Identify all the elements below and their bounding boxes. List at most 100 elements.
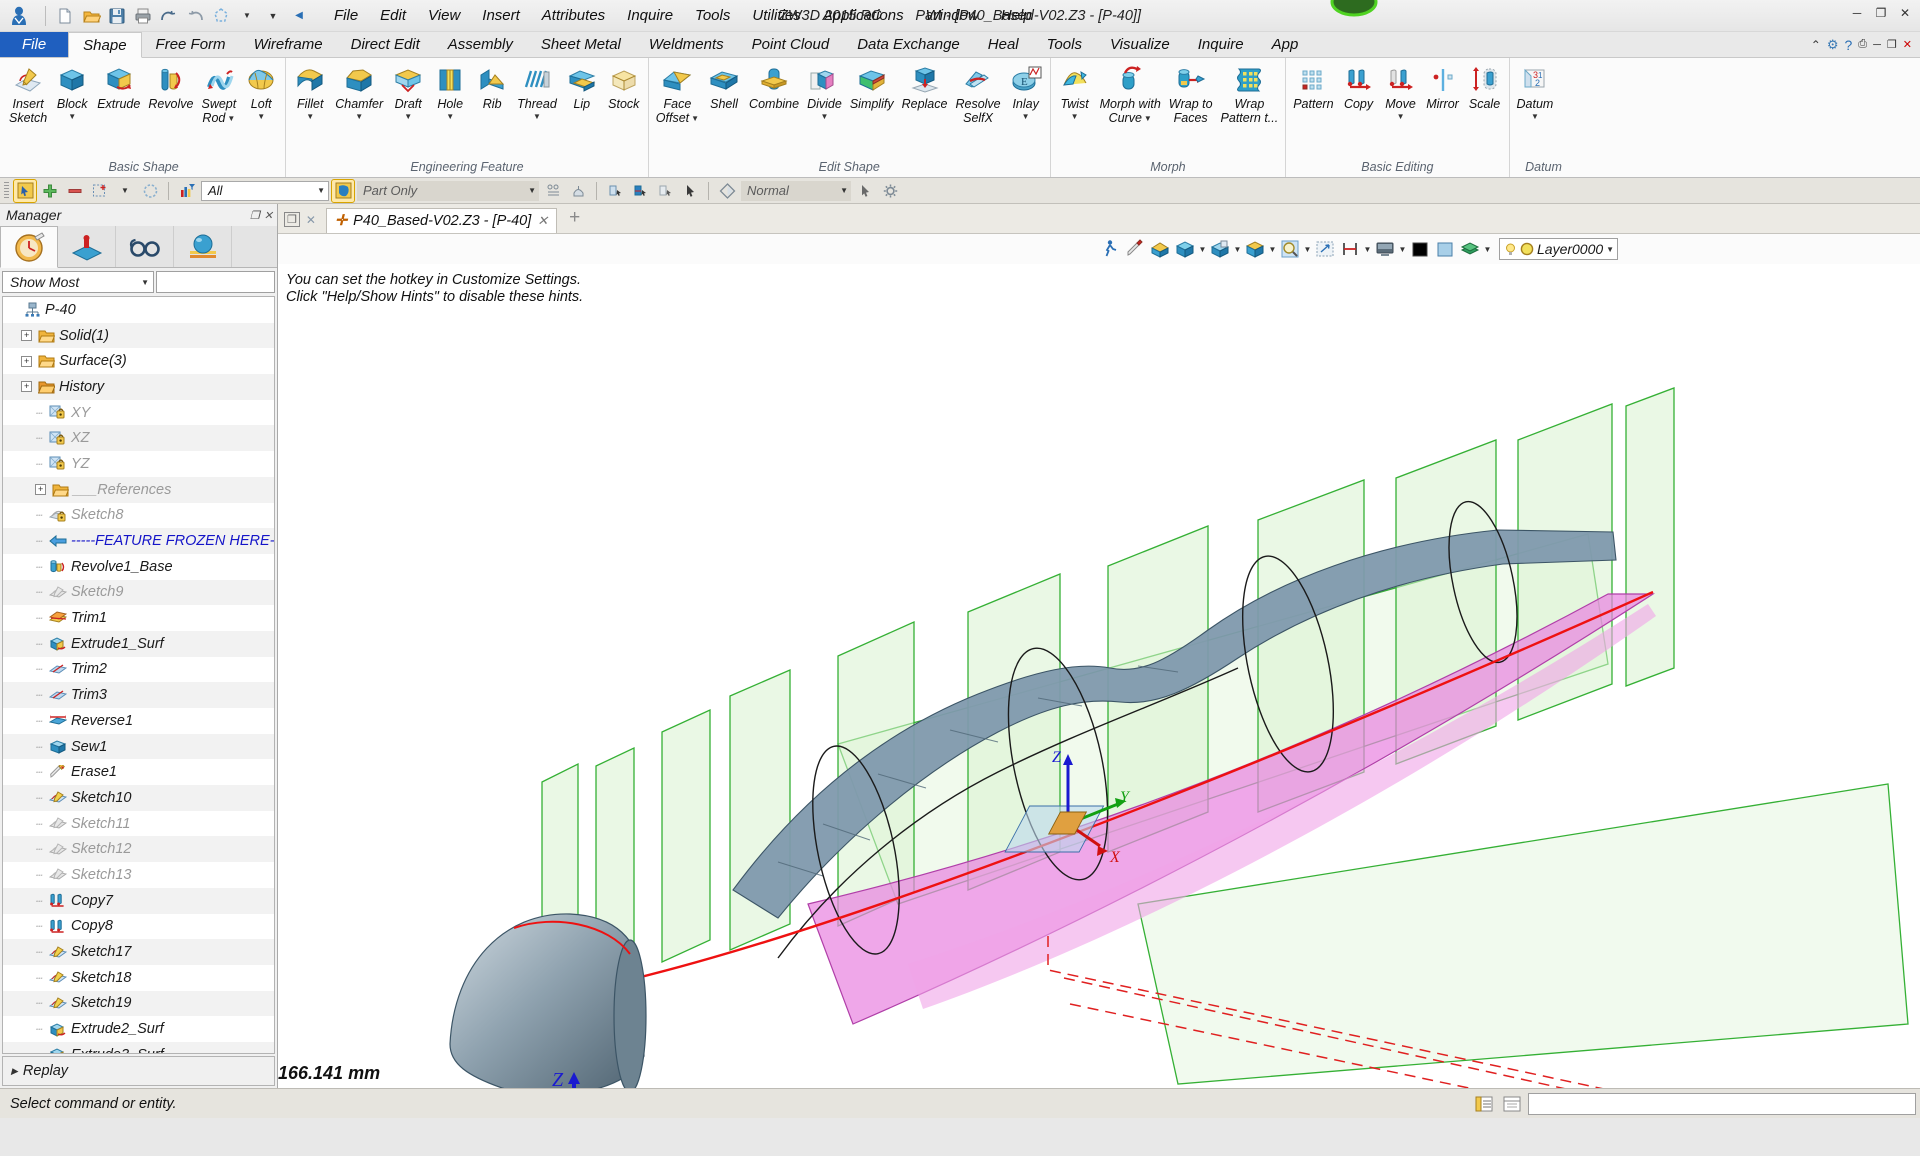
entity-pick-2-icon[interactable] — [629, 180, 651, 202]
ribbon-button-extrude[interactable]: Extrude — [93, 62, 144, 113]
ribbon-tab-point-cloud[interactable]: Point Cloud — [738, 32, 844, 57]
ribbon-button-insert-sketch[interactable]: Insert Sketch — [5, 62, 51, 126]
chevron-down-icon[interactable]: ▼ — [1397, 113, 1405, 121]
tree-item[interactable]: ┄Sketch10 — [3, 785, 274, 811]
ribbon-button-replace[interactable]: Replace — [898, 62, 952, 113]
ribbon-button-face-offset[interactable]: Face Offset ▼ — [652, 62, 703, 126]
view-orientation-icon[interactable] — [1173, 237, 1197, 261]
display-mode-select[interactable]: Normal ▼ — [741, 181, 851, 201]
tree-item[interactable]: ┄Sketch12 — [3, 836, 274, 862]
ribbon-tab-visualize[interactable]: Visualize — [1096, 32, 1184, 57]
chevron-down-icon[interactable]: ▼ — [141, 278, 149, 287]
ribbon-button-revolve[interactable]: Revolve — [144, 62, 197, 113]
chevron-down-icon[interactable]: ▼ — [227, 115, 235, 123]
ribbon-button-rib[interactable]: Rib — [471, 62, 513, 113]
entity-pick-3-icon[interactable] — [654, 180, 676, 202]
tree-item[interactable]: ┄Copy8 — [3, 914, 274, 940]
print-icon[interactable] — [131, 4, 155, 28]
ribbon-tab-data-exchange[interactable]: Data Exchange — [843, 32, 974, 57]
chevron-down-icon[interactable]: ▼ — [1022, 113, 1030, 121]
assembly-manager-tab[interactable] — [58, 226, 116, 267]
shading-mode-icon[interactable] — [716, 180, 738, 202]
chevron-down-icon[interactable]: ▼ — [68, 113, 76, 121]
chevron-down-icon[interactable]: ▼ — [533, 113, 541, 121]
select-region-icon[interactable] — [89, 180, 111, 202]
ribbon-button-hole[interactable]: Hole ▼ — [429, 62, 471, 122]
face-snap-icon[interactable] — [567, 180, 589, 202]
collapse-left-icon[interactable]: ◀ — [287, 4, 311, 28]
tree-item[interactable]: ┄Erase1 — [3, 759, 274, 785]
ribbon-button-thread[interactable]: Thread ▼ — [513, 62, 561, 122]
menu-applications[interactable]: Applications — [812, 3, 915, 28]
chevron-down-icon[interactable]: ▼ — [114, 180, 136, 202]
chevron-down-icon[interactable]: ▼ — [404, 113, 412, 121]
layer-display-icon[interactable] — [1458, 237, 1482, 261]
remove-icon[interactable] — [64, 180, 86, 202]
chevron-down-icon[interactable]: ▼ — [235, 4, 259, 28]
menu-help[interactable]: Help — [990, 3, 1043, 28]
ribbon-tab-direct-edit[interactable]: Direct Edit — [337, 32, 434, 57]
command-input[interactable] — [1528, 1093, 1916, 1115]
settings-gear-icon[interactable] — [879, 180, 901, 202]
tree-item[interactable]: ┄-----FEATURE FROZEN HERE----- — [3, 528, 274, 554]
quick-access-customize-icon[interactable] — [209, 4, 233, 28]
layer-manager-tab[interactable] — [174, 226, 232, 267]
restore-down-icon[interactable]: ⎙ — [1858, 38, 1867, 51]
ribbon-button-swept[interactable]: Swept Rod ▼ — [197, 62, 240, 126]
maximize-button[interactable]: ❐ — [1870, 3, 1892, 23]
history-manager-tab[interactable] — [0, 226, 58, 268]
tree-expander[interactable]: + — [21, 330, 32, 341]
tree-item[interactable]: ┄Revolve1_Base — [3, 554, 274, 580]
chevron-down-icon[interactable]: ▼ — [1531, 113, 1539, 121]
ribbon-tab-assembly[interactable]: Assembly — [434, 32, 527, 57]
undo-icon[interactable] — [157, 4, 181, 28]
ribbon-button-combine[interactable]: Combine — [745, 62, 803, 113]
chevron-down-icon[interactable]: ▼ — [1363, 245, 1372, 254]
chevron-down-icon[interactable]: ▼ — [1268, 245, 1277, 254]
filter-list-icon[interactable] — [176, 180, 198, 202]
tree-item[interactable]: +Solid(1) — [3, 323, 274, 349]
ribbon-collapse-icon[interactable]: ⌃ — [1811, 38, 1821, 52]
tree-item[interactable]: ┄Sketch13 — [3, 862, 274, 888]
tree-item[interactable]: ┄Trim3 — [3, 682, 274, 708]
ribbon-tab-tools[interactable]: Tools — [1033, 32, 1096, 57]
visualization-manager-tab[interactable] — [116, 226, 174, 267]
tree-expander[interactable]: + — [21, 381, 32, 392]
ribbon-button-morph-with-curve[interactable]: Morph with Curve ▼ — [1096, 62, 1165, 126]
menu-file[interactable]: File — [323, 3, 369, 28]
fit-view-icon[interactable] — [1313, 237, 1337, 261]
help-circle-icon[interactable]: ? — [1845, 37, 1853, 53]
tree-item[interactable]: +Surface(3) — [3, 348, 274, 374]
tree-item[interactable]: ┄Extrude1_Surf — [3, 631, 274, 657]
tree-item[interactable]: P-40 — [3, 297, 274, 323]
chevron-down-icon[interactable]: ▼ — [1483, 245, 1492, 254]
tree-item[interactable]: ┄Sketch17 — [3, 939, 274, 965]
tree-item[interactable]: ┄Sketch11 — [3, 811, 274, 837]
toolbar-grip[interactable] — [4, 182, 9, 200]
filter-select[interactable]: All ▼ — [201, 181, 329, 201]
chevron-down-icon[interactable]: ▼ — [1606, 245, 1614, 254]
tree-item[interactable]: ┄Sketch19 — [3, 991, 274, 1017]
ribbon-button-chamfer[interactable]: Chamfer ▼ — [331, 62, 387, 122]
tree-item[interactable]: ┄XZ — [3, 425, 274, 451]
chevron-down-icon[interactable]: ▼ — [1198, 245, 1207, 254]
tree-item[interactable]: ┄Sew1 — [3, 734, 274, 760]
chevron-down-icon[interactable]: ▼ — [840, 186, 848, 195]
ribbon-button-divide[interactable]: Divide ▼ — [803, 62, 846, 122]
ribbon-tab-free-form[interactable]: Free Form — [142, 32, 240, 57]
menu-view[interactable]: View — [417, 3, 471, 28]
entity-pick-1-icon[interactable] — [604, 180, 626, 202]
walk-through-icon[interactable] — [1098, 237, 1122, 261]
menu-edit[interactable]: Edit — [369, 3, 417, 28]
background-color-black-icon[interactable] — [1408, 237, 1432, 261]
ribbon-button-lip[interactable]: Lip — [561, 62, 603, 113]
ribbon-tab-inquire[interactable]: Inquire — [1184, 32, 1258, 57]
display-mode-icon[interactable] — [1373, 237, 1397, 261]
ribbon-button-stock[interactable]: Stock — [603, 62, 645, 113]
status-panel-icon[interactable] — [1500, 1092, 1524, 1116]
cursor-icon[interactable] — [679, 180, 701, 202]
ribbon-tab-file[interactable]: File — [0, 32, 68, 57]
measure-icon[interactable] — [1338, 237, 1362, 261]
tree-filter-select[interactable]: Show Most ▼ — [2, 271, 154, 293]
replay-bar[interactable]: ▶ Replay — [2, 1056, 275, 1086]
